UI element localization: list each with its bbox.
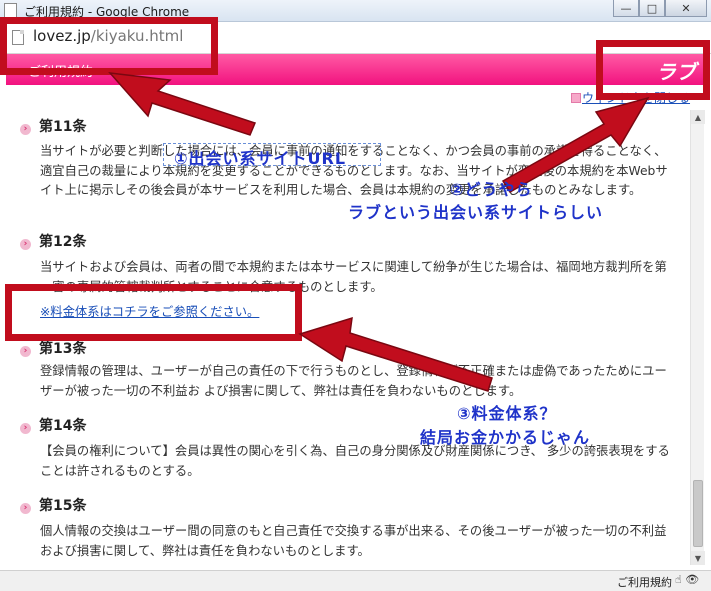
section-heading: › 第11条 <box>20 116 86 136</box>
bullet-icon: › <box>20 346 31 357</box>
annotation-box-fee-link <box>5 284 302 341</box>
section-heading: › 第12条 <box>20 231 86 251</box>
status-icons: ☝ 👁 <box>675 573 700 586</box>
section-heading: › 第14条 <box>20 415 86 435</box>
bullet-icon: › <box>20 423 31 434</box>
annotation-box-url <box>0 17 218 75</box>
bullet-icon: › <box>20 124 31 135</box>
scroll-thumb[interactable] <box>693 480 703 547</box>
status-bar: ご利用規約 ☝ 👁 <box>0 570 711 591</box>
section-body: 個人情報の交換はユーザー間の同意のもと自己責任で交換する事が出来る、その後ユーザ… <box>40 524 667 558</box>
scroll-down-icon[interactable]: ▼ <box>691 551 705 565</box>
section-heading: › 第15条 <box>20 495 86 515</box>
status-text: ご利用規約 <box>617 576 672 589</box>
vertical-scrollbar[interactable]: ▲ ▼ <box>690 110 705 565</box>
annotation-text: 結局お金かかるじゃん <box>420 428 591 447</box>
bullet-icon: › <box>20 503 31 514</box>
annotation-text: ①出会い系サイトURL <box>174 149 347 168</box>
section-body: 登録情報の管理は、ユーザーが自己の責任の下で行うものとし、登録情報が不正確または… <box>40 364 667 398</box>
annotation-box-logo <box>596 40 710 100</box>
annotation-text: ②どうやら <box>450 180 533 199</box>
section-heading: › 第13条 <box>20 338 86 358</box>
annotation-text: ③料金体系？ <box>457 404 557 423</box>
bullet-icon: › <box>20 239 31 250</box>
scroll-up-icon[interactable]: ▲ <box>691 110 705 124</box>
annotation-text: ラブという出会い系サイトらしい <box>348 203 604 222</box>
